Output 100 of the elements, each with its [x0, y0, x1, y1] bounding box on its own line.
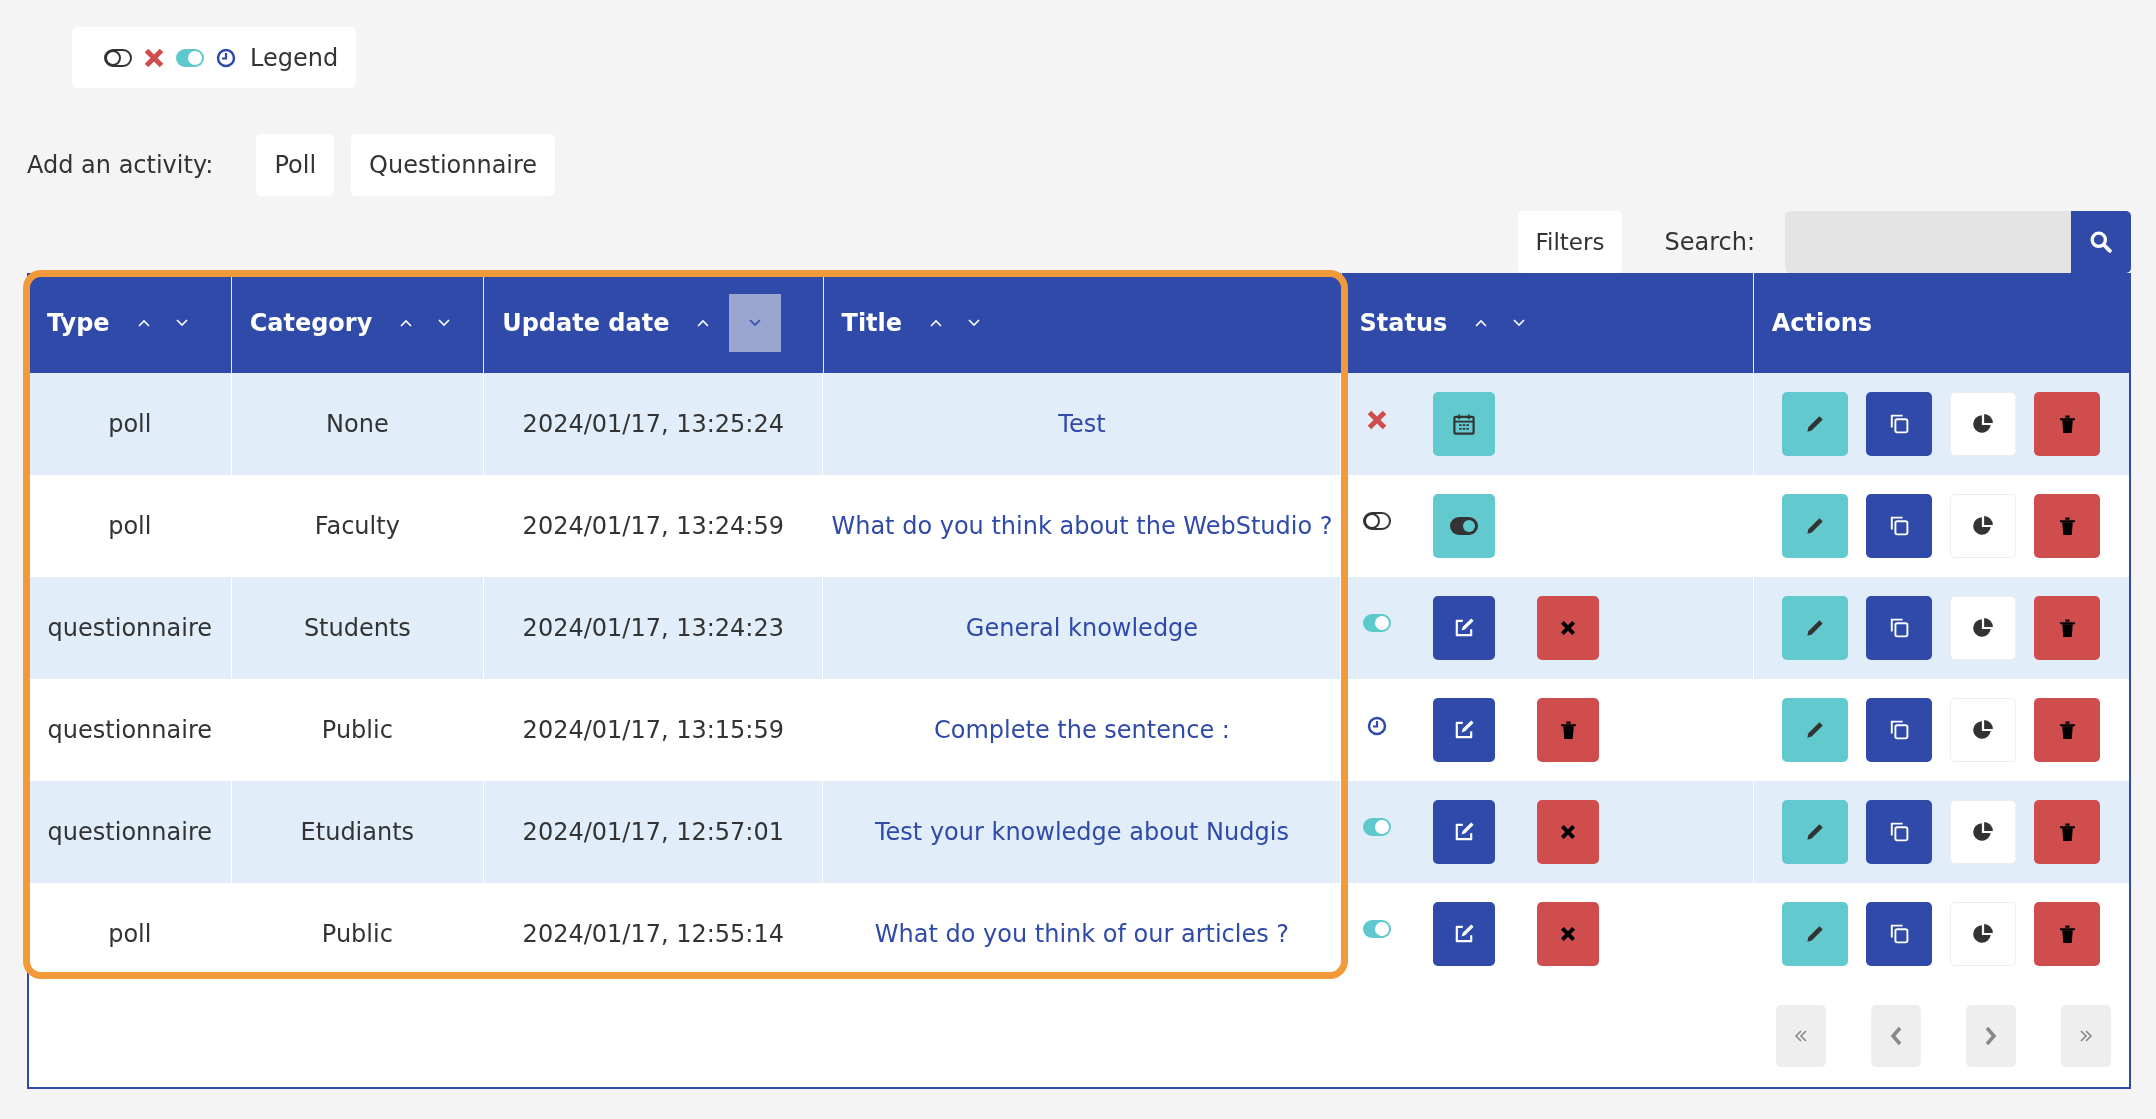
duplicate-button[interactable] — [1866, 596, 1933, 660]
delete-button[interactable] — [2034, 902, 2101, 966]
chevron-down-icon — [968, 319, 981, 327]
toggle-button[interactable] — [1433, 494, 1496, 558]
duplicate-button[interactable] — [1866, 494, 1933, 558]
duplicate-button[interactable] — [1866, 902, 1933, 966]
column-header: Title — [841, 309, 903, 337]
table-cell: None — [326, 410, 389, 438]
calendar-icon — [1452, 412, 1477, 436]
chevron-down-icon — [749, 319, 762, 327]
delete-button[interactable] — [2034, 698, 2101, 762]
delete-button[interactable] — [2034, 392, 2101, 456]
table-cell: questionnaire — [47, 614, 212, 642]
column-header: Actions — [1771, 309, 1873, 337]
chevron-down-icon — [438, 319, 451, 327]
chevron-right-icon — [1984, 1026, 1998, 1046]
edit-button[interactable] — [1433, 698, 1496, 762]
toggle-icon — [1450, 517, 1479, 535]
delete-button[interactable] — [2034, 800, 2101, 864]
trash-icon — [2058, 822, 2076, 842]
table-cell: Public — [321, 716, 393, 744]
column-header: Update date — [502, 309, 670, 337]
legend-label: Legend — [250, 43, 339, 72]
pie-chart-icon — [1972, 719, 1995, 741]
duplicate-button[interactable] — [1866, 698, 1933, 762]
table-cell: Public — [321, 920, 393, 948]
column-header: Type — [47, 309, 110, 337]
statistics-button[interactable] — [1950, 392, 2017, 456]
statistics-button[interactable] — [1950, 800, 2017, 864]
column-header: Category — [249, 309, 373, 337]
table-cell: questionnaire — [47, 818, 212, 846]
statistics-button[interactable] — [1950, 698, 2017, 762]
table-cell: 2024/01/17, 12:55:14 — [522, 920, 784, 948]
table-cell: 2024/01/17, 13:24:59 — [522, 512, 784, 540]
schedule-button[interactable] — [1433, 392, 1496, 456]
table-cell: 2024/01/17, 13:15:59 — [522, 716, 784, 744]
cancel-button[interactable] — [1537, 902, 1600, 966]
chevron-up-icon — [1475, 319, 1488, 327]
chevron-down-icon — [175, 319, 188, 327]
edit-button[interactable] — [1433, 800, 1496, 864]
trash-icon — [1559, 720, 1577, 740]
cancel-button[interactable] — [1537, 596, 1600, 660]
search-button[interactable] — [2071, 211, 2131, 273]
chevron-up-icon — [697, 319, 710, 327]
trash-icon — [2058, 414, 2076, 434]
cancel-button[interactable] — [1537, 800, 1600, 864]
delete-button[interactable] — [1537, 698, 1600, 762]
delete-button[interactable] — [2034, 596, 2101, 660]
chevron-left-icon — [1889, 1026, 1903, 1046]
double-chevron-left-icon — [1793, 1029, 1809, 1043]
pie-chart-icon — [1972, 515, 1995, 537]
trash-icon — [2058, 720, 2076, 740]
cross-icon — [1559, 619, 1578, 637]
pie-chart-icon — [1972, 413, 1995, 435]
duplicate-button[interactable] — [1866, 392, 1933, 456]
table-cell: 2024/01/17, 13:24:23 — [522, 614, 784, 642]
cross-icon — [1559, 823, 1578, 841]
pie-chart-icon — [1972, 821, 1995, 843]
add-activity-button[interactable]: Poll — [256, 134, 335, 196]
statistics-button[interactable] — [1950, 902, 2017, 966]
title-link[interactable]: What do you think of our articles ? — [874, 920, 1290, 948]
search-label: Search: — [1664, 228, 1755, 256]
column-header: Status — [1359, 309, 1448, 337]
filters-button[interactable]: Filters — [1517, 211, 1623, 273]
sort-descending-button[interactable] — [729, 294, 782, 352]
double-chevron-right-icon — [2078, 1029, 2094, 1043]
delete-button[interactable] — [2034, 494, 2101, 558]
pie-chart-icon — [1972, 617, 1995, 639]
title-link[interactable]: What do you think about the WebStudio ? — [831, 512, 1333, 540]
table-cell: poll — [108, 512, 152, 540]
trash-icon — [2058, 516, 2076, 536]
table-cell: 2024/01/17, 13:25:24 — [522, 410, 784, 438]
title-link[interactable]: Test — [1058, 410, 1106, 438]
statistics-button[interactable] — [1950, 494, 2017, 558]
table-cell: 2024/01/17, 12:57:01 — [522, 818, 784, 846]
table-cell: Students — [303, 614, 411, 642]
chevron-up-icon — [930, 319, 943, 327]
chevron-up-icon — [400, 319, 413, 327]
table-cell: poll — [108, 920, 152, 948]
add-activity-label: Add an activity: — [27, 151, 214, 179]
title-link[interactable]: General knowledge — [965, 614, 1199, 642]
legend-panel[interactable]: Legend — [72, 27, 357, 88]
edit-button[interactable] — [1433, 902, 1496, 966]
duplicate-button[interactable] — [1866, 800, 1933, 864]
chevron-up-icon — [137, 319, 150, 327]
edit-button[interactable] — [1433, 596, 1496, 660]
table-cell: Faculty — [314, 512, 400, 540]
table-cell: questionnaire — [47, 716, 212, 744]
trash-icon — [2058, 618, 2076, 638]
table-cell: Etudiants — [300, 818, 415, 846]
trash-icon — [2058, 924, 2076, 944]
table-cell: poll — [108, 410, 152, 438]
add-activity-button[interactable]: Questionnaire — [351, 134, 556, 196]
pie-chart-icon — [1972, 923, 1995, 945]
chevron-down-icon — [1513, 319, 1526, 327]
search-icon — [2090, 231, 2112, 253]
title-link[interactable]: Test your knowledge about Nudgis — [875, 818, 1289, 846]
title-link[interactable]: Complete the sentence : — [934, 716, 1230, 744]
search-field[interactable] — [1785, 211, 2071, 273]
statistics-button[interactable] — [1950, 596, 2017, 660]
